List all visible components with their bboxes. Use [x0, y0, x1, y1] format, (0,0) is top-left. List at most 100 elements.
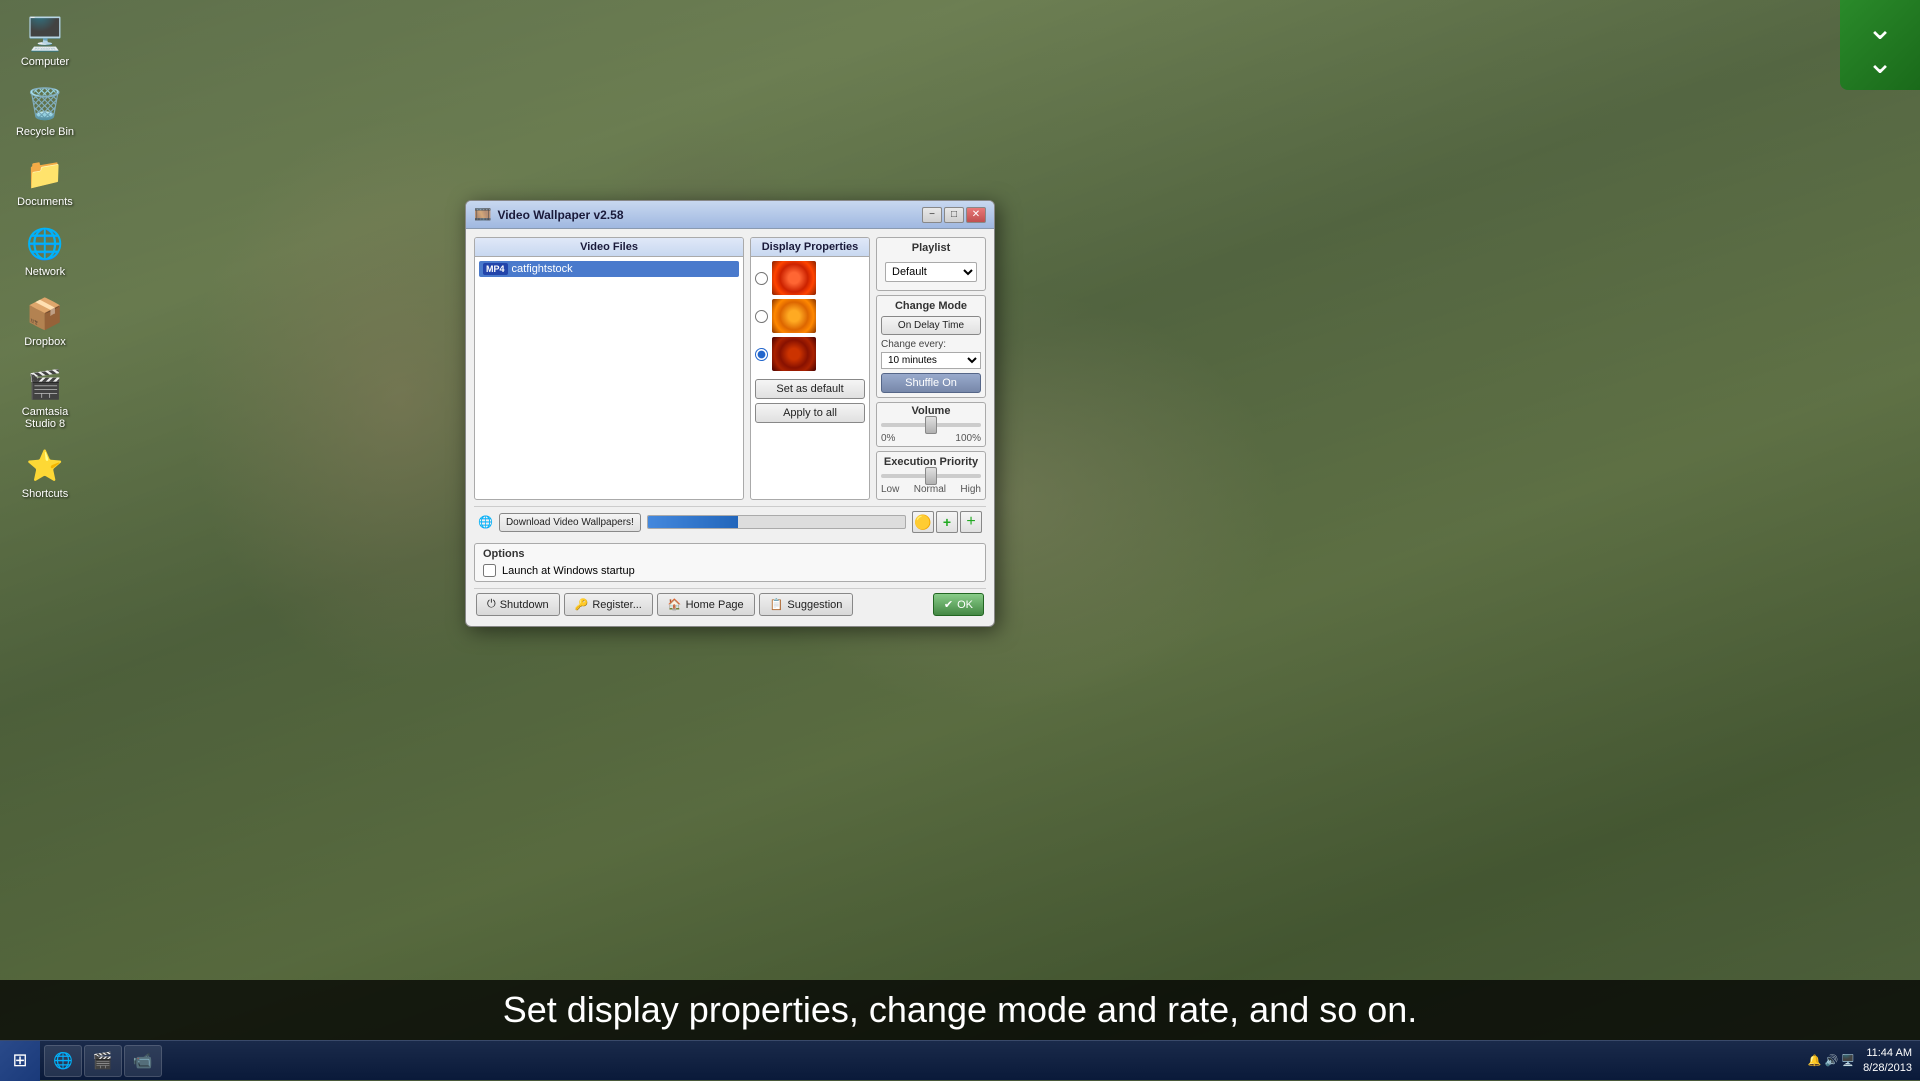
- thumbnail-list: [751, 257, 869, 375]
- camtasia-icon: 🎬: [28, 368, 63, 401]
- ok-button[interactable]: ✔ OK: [933, 593, 984, 616]
- launch-at-startup-text: Launch at Windows startup: [502, 565, 635, 577]
- dialog-controls: − □ ✕: [922, 207, 986, 223]
- thumbnail-radio-1[interactable]: [755, 272, 768, 285]
- volume-slider-thumb[interactable]: [925, 416, 937, 434]
- thumbnail-radio-3[interactable]: [755, 348, 768, 361]
- thumbnail-radio-2[interactable]: [755, 310, 768, 323]
- arrow-down-icon: ⌄: [1867, 12, 1894, 44]
- download-icon-add[interactable]: +: [936, 511, 958, 533]
- options-title: Options: [483, 548, 977, 560]
- top-right-widget[interactable]: ⌄ ⌄: [1840, 0, 1920, 90]
- dialog-titlebar: 🎞️ Video Wallpaper v2.58 − □ ✕: [466, 201, 994, 229]
- computer-icon: 🖥️: [25, 15, 65, 53]
- recycle-bin-label: Recycle Bin: [16, 126, 74, 138]
- dialog-body: Video Files MP4 catfightstock Display Pr…: [466, 229, 994, 626]
- video-list-item[interactable]: MP4 catfightstock: [479, 261, 739, 277]
- dialog-title-area: 🎞️ Video Wallpaper v2.58: [474, 206, 624, 223]
- thumbnail-row-2: [755, 299, 865, 333]
- taskbar-start-button[interactable]: ⊞: [0, 1041, 40, 1081]
- priority-slider-track: [881, 474, 981, 478]
- priority-normal-label: Normal: [914, 484, 946, 495]
- thumbnail-2[interactable]: [772, 299, 816, 333]
- download-icon-green[interactable]: +: [960, 511, 982, 533]
- camtasia-label: Camtasia Studio 8: [9, 406, 81, 430]
- taskbar-date: 8/28/2013: [1863, 1061, 1912, 1075]
- shutdown-label: Shutdown: [500, 599, 549, 611]
- shutdown-icon: ⏻: [487, 598, 496, 611]
- download-button[interactable]: Download Video Wallpapers!: [499, 513, 641, 532]
- mp4-badge: MP4: [483, 263, 508, 275]
- caption-bar: Set display properties, change mode and …: [0, 980, 1920, 1040]
- priority-high-label: High: [960, 484, 981, 495]
- shortcuts-icon: ⭐: [26, 449, 63, 484]
- taskbar-item-3-icon: 📹: [133, 1051, 153, 1071]
- change-mode-title: Change Mode: [881, 300, 981, 312]
- thumbnail-row-3: [755, 337, 865, 371]
- desktop-icon-network[interactable]: 🌐 Network: [5, 220, 85, 282]
- display-properties-header: Display Properties: [751, 238, 869, 257]
- home-page-label: Home Page: [686, 599, 744, 611]
- change-every-select[interactable]: 10 minutes 5 minutes 30 minutes 1 hour: [881, 352, 981, 369]
- thumbnail-1[interactable]: [772, 261, 816, 295]
- taskbar-item-1-icon: 🌐: [53, 1051, 73, 1071]
- volume-slider-track: [881, 423, 981, 427]
- taskbar-item-1[interactable]: 🌐: [44, 1045, 82, 1077]
- taskbar-item-2-icon: 🎬: [93, 1051, 113, 1071]
- download-progress-bar: [647, 515, 906, 529]
- options-section: Options Launch at Windows startup: [474, 543, 986, 582]
- taskbar-item-2[interactable]: 🎬: [84, 1045, 122, 1077]
- ok-label: OK: [957, 599, 973, 611]
- suggestion-label: Suggestion: [787, 599, 842, 611]
- desktop-icon-documents[interactable]: 📁 Documents: [5, 150, 85, 212]
- computer-label: Computer: [21, 56, 69, 68]
- documents-label: Documents: [17, 196, 73, 208]
- right-panel: Playlist Default Change Mode On Delay Ti…: [876, 237, 986, 500]
- documents-icon: 📁: [26, 157, 63, 192]
- display-properties-section: Display Properties: [750, 237, 870, 500]
- action-buttons: Set as default Apply to all: [751, 375, 869, 427]
- volume-slider-labels: 0% 100%: [881, 433, 981, 444]
- taskbar-right: 🔔 🔊 🖥️ 11:44 AM 8/28/2013: [1800, 1046, 1920, 1075]
- thumbnail-3[interactable]: [772, 337, 816, 371]
- launch-at-startup-label[interactable]: Launch at Windows startup: [483, 564, 977, 577]
- apply-to-all-button[interactable]: Apply to all: [755, 403, 865, 423]
- shuffle-btn-container: Shuffle On: [881, 373, 981, 393]
- suggestion-button[interactable]: 📋 Suggestion: [759, 593, 854, 616]
- download-icon-yellow[interactable]: 🟡: [912, 511, 934, 533]
- desktop-icon-computer[interactable]: 🖥️ Computer: [5, 10, 85, 72]
- close-button[interactable]: ✕: [966, 207, 986, 223]
- taskbar: ⊞ 🌐 🎬 📹 🔔 🔊 🖥️ 11:44 AM 8/28/2013: [0, 1040, 1920, 1080]
- priority-slider-thumb[interactable]: [925, 467, 937, 485]
- playlist-dropdown[interactable]: Default: [885, 262, 977, 282]
- minimize-button[interactable]: −: [922, 207, 942, 223]
- shutdown-button[interactable]: ⏻ Shutdown: [476, 593, 560, 616]
- home-page-button[interactable]: 🏠 Home Page: [657, 593, 755, 616]
- desktop-icon-camtasia[interactable]: 🎬 Camtasia Studio 8: [5, 360, 85, 434]
- set-as-default-button[interactable]: Set as default: [755, 379, 865, 399]
- download-icons: 🟡 + +: [912, 511, 982, 533]
- on-delay-time-button[interactable]: On Delay Time: [881, 316, 981, 335]
- dialog-title-text: Video Wallpaper v2.58: [497, 208, 623, 222]
- desktop-icon-recycle-bin[interactable]: 🗑️ Recycle Bin: [5, 80, 85, 142]
- launch-at-startup-checkbox[interactable]: [483, 564, 496, 577]
- playlist-box: Playlist Default: [876, 237, 986, 291]
- taskbar-items: 🌐 🎬 📹: [40, 1045, 1800, 1077]
- arrow-down-icon-2: ⌄: [1867, 46, 1894, 78]
- priority-box: Execution Priority Low Normal High: [876, 451, 986, 500]
- thumbnail-row-1: [755, 261, 865, 295]
- priority-low-label: Low: [881, 484, 899, 495]
- desktop-icon-dropbox[interactable]: 📦 Dropbox: [5, 290, 85, 352]
- taskbar-item-3[interactable]: 📹: [124, 1045, 162, 1077]
- maximize-button[interactable]: □: [944, 207, 964, 223]
- desktop-icon-shortcuts[interactable]: ⭐ Shortcuts: [5, 442, 85, 504]
- video-wallpaper-dialog: 🎞️ Video Wallpaper v2.58 − □ ✕ Video Fil…: [465, 200, 995, 627]
- dropbox-label: Dropbox: [24, 336, 66, 348]
- register-button[interactable]: 🔑 Register...: [564, 593, 653, 616]
- download-bar: 🌐 Download Video Wallpapers! 🟡 + +: [474, 506, 986, 537]
- change-mode-box: Change Mode On Delay Time Change every: …: [876, 295, 986, 398]
- shuffle-button[interactable]: Shuffle On: [881, 373, 981, 393]
- network-icon: 🌐: [26, 227, 63, 262]
- dropbox-icon: 📦: [26, 297, 63, 332]
- sections-row: Video Files MP4 catfightstock Display Pr…: [474, 237, 986, 500]
